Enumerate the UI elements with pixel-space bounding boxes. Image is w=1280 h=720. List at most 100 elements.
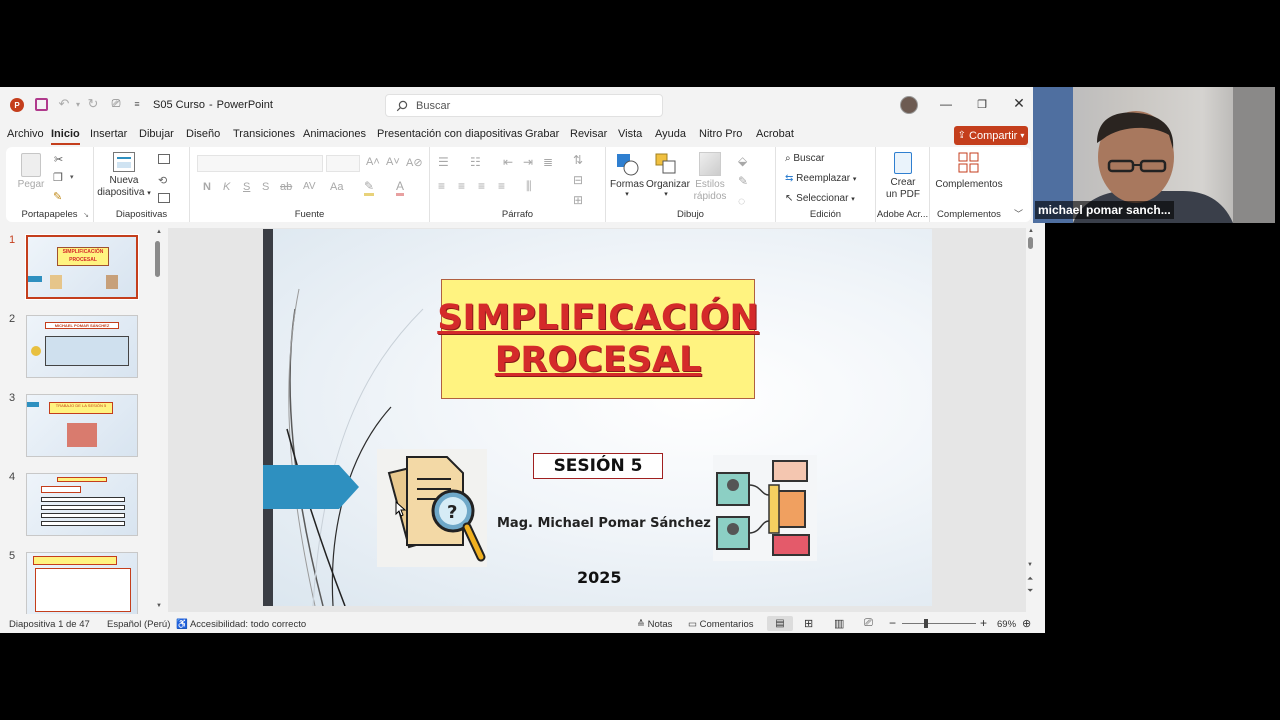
shape-effects-icon[interactable]: ◌ — [738, 194, 745, 208]
thumbnail-slide-2[interactable]: MICHAEL POMAR SÁNCHEZ — [26, 315, 138, 378]
reading-view-icon[interactable]: ▥ — [834, 617, 844, 630]
present-from-start-icon[interactable]: ⎚ — [109, 97, 123, 111]
normal-view-icon[interactable]: ▤ — [767, 616, 793, 631]
highlight-icon[interactable]: ✎ — [364, 179, 375, 196]
tab-revisar[interactable]: Revisar — [570, 128, 607, 140]
slide-scrollbar[interactable]: ▲ ▼ ⏶ ⏷ — [1026, 228, 1036, 612]
char-spacing-button[interactable]: AV — [303, 181, 316, 192]
close-icon[interactable]: ✕ — [1011, 95, 1027, 111]
change-case-button[interactable]: Aa — [330, 181, 343, 193]
tab-nitro-pro[interactable]: Nitro Pro — [699, 128, 742, 140]
next-slide-icon[interactable]: ⏷ — [1027, 586, 1033, 596]
line-spacing-icon[interactable]: ≣ — [543, 155, 553, 169]
copy-icon[interactable]: ❐ — [53, 171, 63, 184]
thumbnail-slide-4[interactable] — [26, 473, 138, 536]
redo-icon[interactable]: ↻ — [86, 96, 100, 111]
tab-diseno[interactable]: Diseño — [186, 128, 220, 140]
thumbnail-slide-3[interactable]: TRABAJO DE LA SESIÓN 5 — [26, 394, 138, 457]
cut-icon[interactable]: ✂ — [54, 153, 63, 166]
tab-presentacion[interactable]: Presentación con diapositivas — [377, 128, 523, 140]
quick-styles-button[interactable]: Estilos rápidos — [690, 152, 730, 202]
comments-button[interactable]: ▭ Comentarios — [688, 619, 753, 630]
avatar[interactable] — [900, 96, 918, 114]
customize-toolbar-icon[interactable]: ≡ — [133, 97, 141, 111]
grow-font-icon[interactable]: A˄ — [366, 156, 380, 168]
dialog-launcher-icon[interactable]: ↘ — [83, 211, 89, 219]
font-color-icon[interactable]: A — [396, 179, 405, 196]
tab-vista[interactable]: Vista — [618, 128, 642, 140]
bold-button[interactable]: N — [203, 181, 211, 193]
new-slide-button[interactable]: Nueva diapositiva ▾ — [96, 152, 152, 198]
zoom-slider[interactable] — [902, 619, 976, 628]
align-text-icon[interactable]: ⊟ — [573, 173, 583, 187]
zoom-out-icon[interactable]: − — [889, 616, 896, 630]
columns-icon[interactable]: ⫼ — [526, 179, 532, 194]
layout-icon[interactable] — [158, 154, 170, 164]
tab-animaciones[interactable]: Animaciones — [303, 128, 366, 140]
shrink-font-icon[interactable]: A˅ — [386, 156, 400, 168]
smartart-icon[interactable]: ⊞ — [573, 193, 583, 207]
paste-button[interactable]: Pegar — [16, 153, 46, 191]
select-button[interactable]: ↖ Seleccionar ▾ — [785, 193, 855, 204]
font-size-select[interactable] — [326, 155, 360, 172]
scroll-up-icon[interactable]: ▲ — [156, 229, 162, 235]
thumbnail-slide-1[interactable]: SIMPLIFICACIÓN PROCESAL — [25, 234, 139, 300]
text-direction-icon[interactable]: ⇅ — [573, 153, 583, 167]
scroll-down-icon[interactable]: ▼ — [156, 603, 162, 609]
scrollbar-thumb[interactable] — [1028, 237, 1033, 249]
scrollbar-thumb[interactable] — [155, 241, 160, 277]
shape-fill-icon[interactable]: ⬙ — [738, 154, 747, 168]
minimize-icon[interactable]: — — [938, 97, 954, 111]
align-left-icon[interactable]: ≡ — [438, 179, 445, 193]
format-painter-icon[interactable]: ✎ — [53, 190, 62, 203]
justify-icon[interactable]: ≡ — [498, 179, 505, 193]
strikethrough-button[interactable]: ab — [280, 181, 292, 193]
save-icon[interactable] — [35, 98, 48, 111]
restore-icon[interactable]: ❐ — [974, 97, 990, 111]
slide-sorter-icon[interactable]: ⊞ — [804, 617, 813, 630]
tab-transiciones[interactable]: Transiciones — [233, 128, 295, 140]
collapse-ribbon-icon[interactable]: ﹀ — [1014, 207, 1023, 220]
numbering-icon[interactable]: ☷ — [470, 155, 481, 169]
bullets-icon[interactable]: ☰ — [438, 155, 449, 169]
tab-acrobat[interactable]: Acrobat — [756, 128, 794, 140]
notes-button[interactable]: ≙ Notas — [637, 619, 672, 630]
tab-archivo[interactable]: Archivo — [7, 128, 44, 140]
thumbnail-slide-5[interactable] — [26, 552, 138, 615]
slide-canvas[interactable]: SIMPLIFICACIÓN PROCESAL SESIÓN 5 ? Mag. … — [263, 229, 932, 606]
find-button[interactable]: ⌕ Buscar — [785, 153, 825, 164]
tab-inicio[interactable]: Inicio — [51, 128, 80, 145]
decrease-indent-icon[interactable]: ⇤ — [503, 155, 513, 169]
tab-insertar[interactable]: Insertar — [90, 128, 127, 140]
increase-indent-icon[interactable]: ⇥ — [523, 155, 533, 169]
scroll-up-icon[interactable]: ▲ — [1028, 228, 1034, 234]
tab-dibujar[interactable]: Dibujar — [139, 128, 174, 140]
zoom-slider-thumb[interactable] — [924, 619, 928, 628]
previous-slide-icon[interactable]: ⏶ — [1027, 574, 1033, 584]
shapes-button[interactable]: Formas ▾ — [608, 152, 646, 199]
language-indicator[interactable]: Español (Perú) — [107, 619, 170, 630]
underline-button[interactable]: S — [243, 181, 250, 193]
tab-ayuda[interactable]: Ayuda — [655, 128, 686, 140]
zoom-in-icon[interactable]: + — [980, 616, 987, 630]
share-button[interactable]: ⇪ Compartir ▾ — [954, 126, 1028, 145]
scroll-down-icon[interactable]: ▼ — [1027, 562, 1033, 568]
thumbnails-scrollbar[interactable]: ▲ ▼ — [153, 229, 163, 611]
copy-dropdown-icon[interactable]: ▾ — [70, 173, 74, 181]
align-right-icon[interactable]: ≡ — [478, 179, 485, 193]
undo-dropdown-icon[interactable]: ▾ — [74, 97, 82, 111]
clear-format-icon[interactable]: A⊘ — [406, 156, 423, 169]
accessibility-status[interactable]: ♿ Accesibilidad: todo correcto — [176, 619, 306, 630]
reset-icon[interactable]: ⟲ — [158, 174, 167, 187]
addins-button[interactable]: Complementos — [932, 152, 1006, 191]
slideshow-icon[interactable]: ⎚ — [864, 617, 873, 630]
tab-grabar[interactable]: Grabar — [525, 128, 559, 140]
shape-outline-icon[interactable]: ✎ — [738, 174, 748, 188]
undo-icon[interactable]: ↶ — [57, 96, 71, 111]
shadow-button[interactable]: S — [262, 181, 269, 193]
font-family-select[interactable] — [197, 155, 323, 172]
zoom-level[interactable]: 69% — [997, 619, 1016, 630]
arrange-button[interactable]: Organizar ▾ — [646, 152, 690, 199]
align-center-icon[interactable]: ≡ — [458, 179, 465, 193]
search-box[interactable]: Buscar — [385, 94, 663, 117]
